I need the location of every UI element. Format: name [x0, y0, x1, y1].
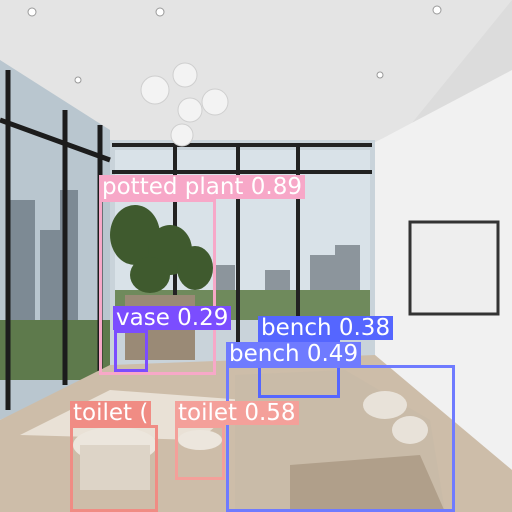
- potted-plant-label: potted plant 0.89: [99, 175, 305, 199]
- vase-box: [114, 330, 148, 372]
- bench-049-label: bench 0.49: [226, 342, 362, 366]
- toilet-left-box: [70, 425, 158, 512]
- vase-label: vase 0.29: [113, 306, 232, 330]
- detection-scene: potted plant 0.89 vase 0.29 bench 0.38 b…: [0, 0, 512, 512]
- toilet-left-label: toilet (: [70, 401, 152, 425]
- toilet-058-label: toilet 0.58: [175, 401, 299, 425]
- bench-049-box: [226, 365, 455, 512]
- bench-038-label: bench 0.38: [258, 316, 394, 340]
- toilet-058-box: [175, 425, 225, 480]
